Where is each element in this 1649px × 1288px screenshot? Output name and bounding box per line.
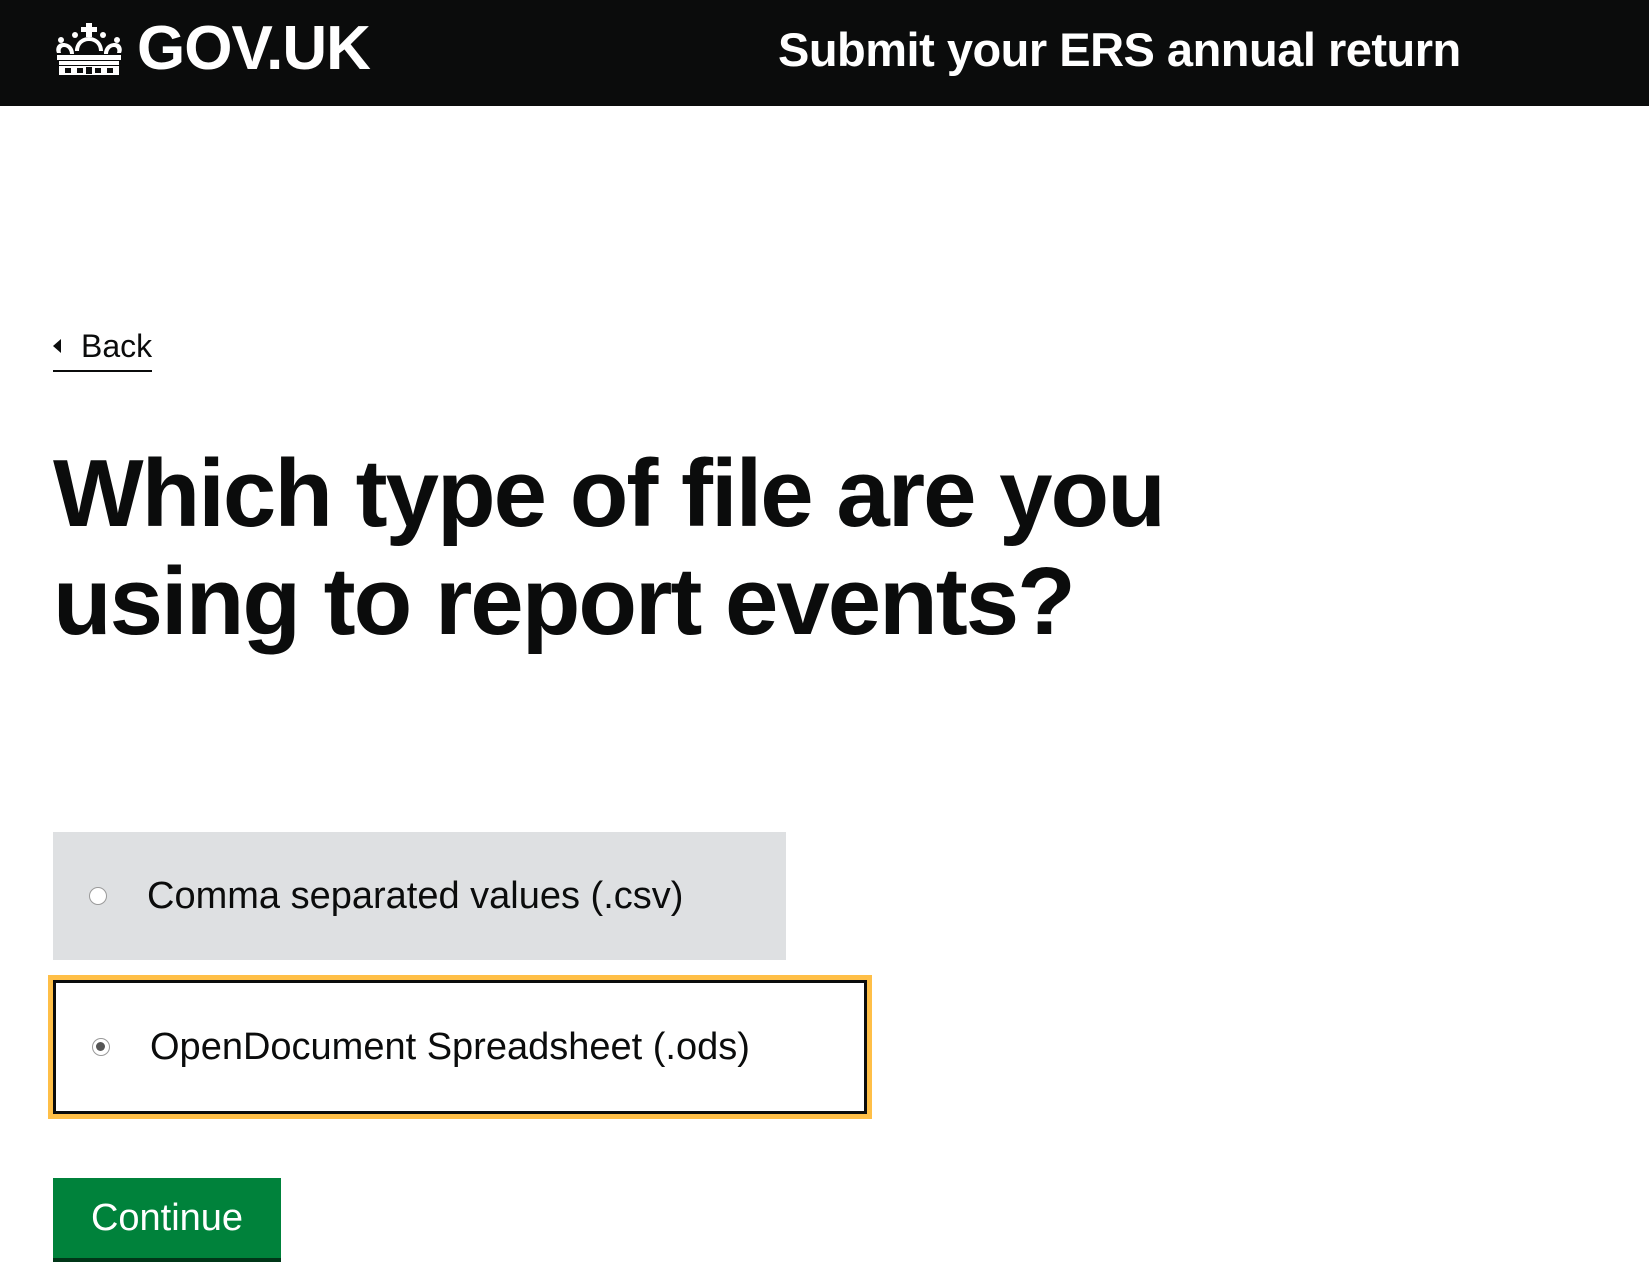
radio-label-ods[interactable]: OpenDocument Spreadsheet (.ods) [150, 1024, 750, 1070]
page-title: Which type of file are you using to repo… [53, 440, 1166, 655]
radio-button-ods[interactable] [92, 1038, 110, 1056]
radio-button-csv[interactable] [89, 887, 107, 905]
site-header: GOV.UK Submit your ERS annual return [0, 0, 1649, 106]
crown-icon [56, 23, 122, 75]
govuk-logo-text: GOV.UK [137, 14, 371, 83]
radio-option-ods[interactable]: OpenDocument Spreadsheet (.ods) [48, 975, 872, 1119]
chevron-left-icon [53, 339, 61, 353]
service-name-link[interactable]: Submit your ERS annual return [778, 22, 1461, 78]
back-link[interactable]: Back [53, 326, 153, 372]
continue-button[interactable]: Continue [53, 1178, 281, 1258]
radio-option-csv[interactable]: Comma separated values (.csv) [53, 832, 786, 960]
govuk-logo-link[interactable]: GOV.UK [53, 14, 371, 84]
back-link-label: Back [81, 328, 153, 364]
radio-label-csv[interactable]: Comma separated values (.csv) [147, 873, 683, 919]
